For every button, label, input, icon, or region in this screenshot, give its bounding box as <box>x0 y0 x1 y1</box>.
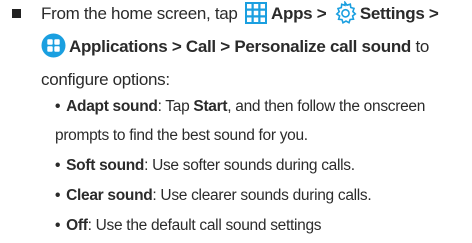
instruction-line3: configure options: <box>41 70 170 89</box>
option-item-soft-sound: • Soft sound: Use softer sounds during ca… <box>55 155 470 176</box>
settings-label: Settings > <box>359 4 439 23</box>
applications-path-label: Applications > Call > Personalize call s… <box>69 37 412 56</box>
option-item-adapt-sound: • Adapt sound: Tap Start, and then follow… <box>55 96 470 146</box>
start-label: Start <box>193 98 228 115</box>
instruction-prefix: From the home screen, tap <box>41 4 238 23</box>
option-text: : Use softer sounds during calls. <box>144 157 355 174</box>
applications-icon <box>41 33 66 66</box>
apps-label: Apps > <box>271 4 327 23</box>
square-bullet-icon <box>12 9 21 18</box>
instruction-step: From the home screen, tap Apps > Setting… <box>41 0 466 93</box>
option-text-rest: , and then follow the onscreen <box>227 98 426 115</box>
round-bullet: • <box>55 98 61 115</box>
option-text: : Use the default call sound settings <box>87 217 322 234</box>
settings-gear-icon <box>333 0 357 33</box>
option-term: Clear sound <box>66 187 153 204</box>
option-term: Soft sound <box>66 157 145 174</box>
option-item-clear-sound: • Clear sound: Use clearer sounds during … <box>55 185 470 206</box>
option-term: Off <box>66 217 88 234</box>
round-bullet: • <box>55 187 61 204</box>
option-text: : Use clearer sounds during calls. <box>152 187 372 204</box>
option-text: : Tap <box>157 98 194 115</box>
round-bullet: • <box>55 157 61 174</box>
document-page: From the home screen, tap Apps > Setting… <box>0 0 472 243</box>
option-text-continued: prompts to find the best sound for you. <box>55 127 308 144</box>
option-item-off: • Off: Use the default call sound setting… <box>55 215 470 236</box>
instruction-suffix: to <box>411 37 430 56</box>
apps-grid-icon <box>244 1 268 33</box>
option-term: Adapt sound <box>66 98 158 115</box>
round-bullet: • <box>55 217 61 234</box>
